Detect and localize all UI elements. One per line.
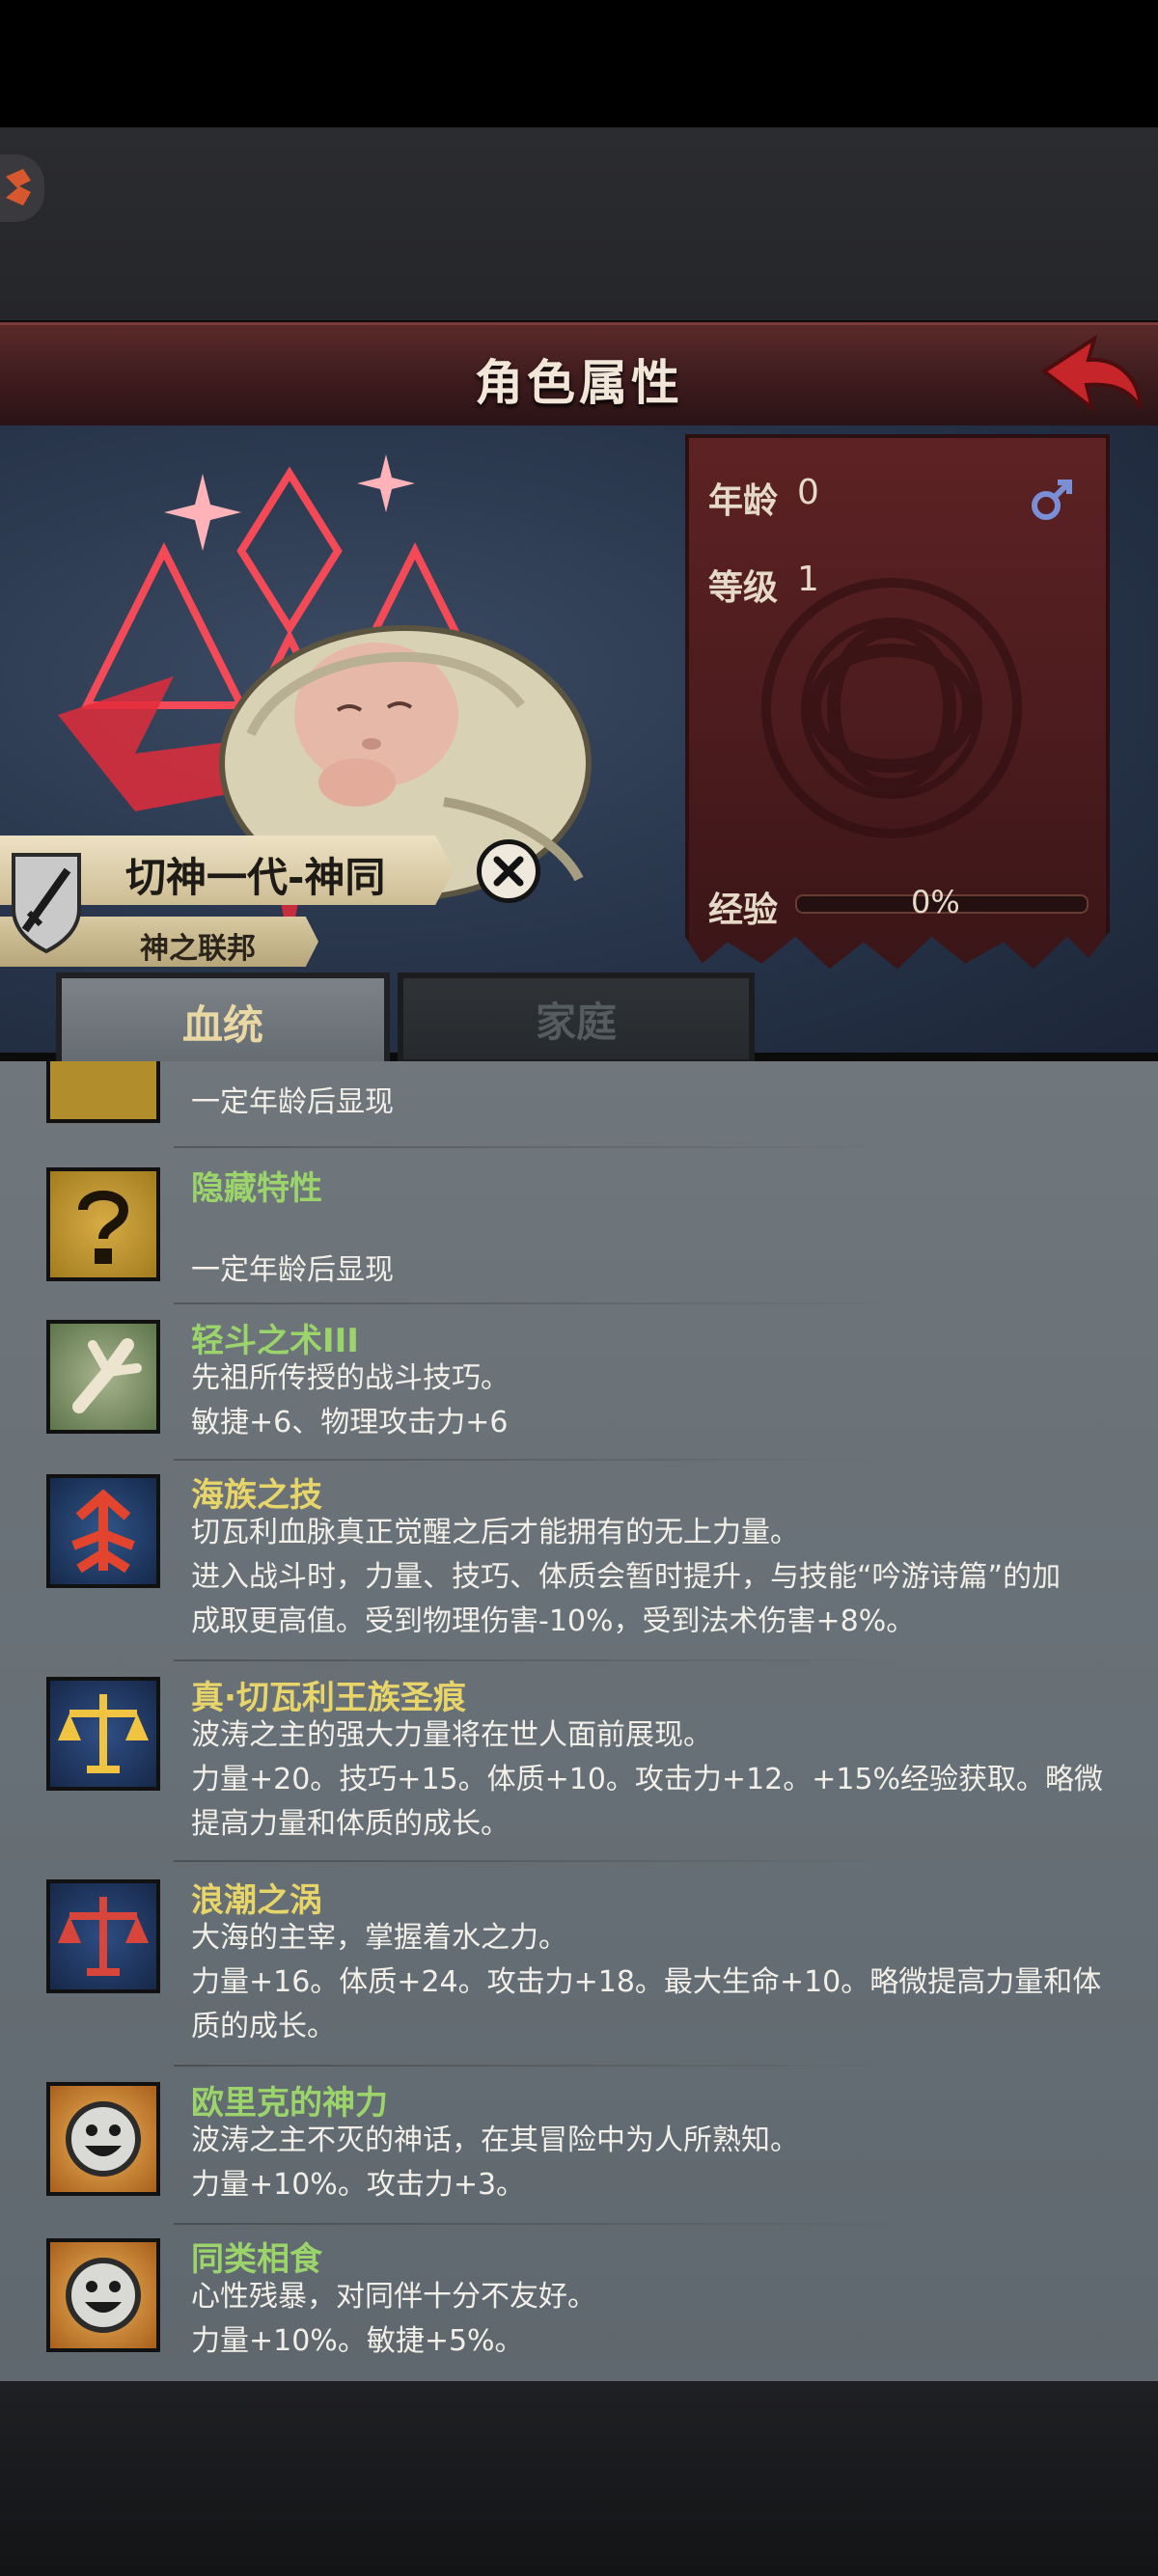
divider [174,2065,907,2067]
red-trident-glyph [71,1489,135,1574]
trait-desc: 力量+16。体质+24。攻击力+18。最大生命+10。略微提高力量和体 [191,1965,1102,1999]
tab-lineage[interactable]: 血统 [56,973,390,1065]
gold-scales-icon [46,1677,160,1791]
divider [174,1659,907,1661]
celtic-knot-icon [761,578,1022,838]
top-band [0,127,1158,320]
exp-percent: 0% [911,884,960,920]
trait-desc: 大海的主宰，掌握着水之力。 [191,1921,567,1955]
smiley-face-icon [46,2082,160,2196]
divider [174,1146,907,1148]
divider [174,1459,907,1461]
trait-desc: 敏捷+6、物理攻击力+6 [191,1406,509,1439]
trait-name: 轻斗之术III [191,1322,359,1360]
trait-desc: 一定年龄后显现 [191,1253,394,1287]
trait-desc: 力量+10%。攻击力+3。 [191,2168,526,2202]
stats-banner: 年龄 0 等级 1 经验 0% [685,434,1110,970]
divider [174,1302,907,1304]
trait-list[interactable]: 一定年龄后显现 隐藏特性 一定年龄后显现 轻斗之术III 先祖所传授的战斗技巧。… [0,1061,1158,2381]
age-value: 0 [797,473,819,512]
trait-desc: 进入战斗时，力量、技巧、体质会暂时提升，与技能“吟游诗篇”的加 [191,1560,1062,1594]
divider [174,2223,907,2225]
trait-desc: 先祖所传授的战斗技巧。 [191,1361,510,1395]
trait-desc: 一定年龄后显现 [191,1085,394,1119]
status-bar [0,0,1158,127]
bone-hand-icon [46,1320,160,1434]
smiley-face-glyph [66,2258,141,2333]
divider [174,1860,907,1862]
page-title: 角色属性 [475,355,683,411]
trait-name: 隐藏特性 [191,1169,322,1208]
trait-desc: 提高力量和体质的成长。 [191,1807,510,1841]
trait-name: 浪潮之涡 [191,1881,322,1920]
trait-desc: 成取更高值。受到物理伤害-10%，受到法术伤害+8%。 [191,1604,916,1638]
gold-scales-glyph [58,1694,149,1773]
trait-desc: 切瓦利血脉真正觉醒之后才能拥有的无上力量。 [191,1516,799,1549]
back-arrow-icon[interactable] [1038,333,1146,418]
close-icon [493,856,524,887]
close-button[interactable] [477,839,540,903]
title-bar: 角色属性 [0,322,1158,428]
trait-name: 海族之技 [191,1476,322,1515]
chevron-icon [6,169,31,206]
trait-name: 真·切瓦利王族圣痕 [191,1679,466,1717]
male-gender-icon [1032,480,1072,520]
question-mark-glyph [78,1191,129,1264]
smiley-face-icon [46,2238,160,2352]
trait-desc: 波涛之主的强大力量将在世人面前展现。 [191,1718,712,1752]
age-label: 年龄 [708,481,779,521]
character-name: 切神一代-神同 [125,854,386,901]
smiley-face-glyph [66,2101,141,2177]
trait-desc: 力量+10%。敏捷+5%。 [191,2324,524,2358]
sword-shield-icon [12,853,81,954]
faction-name: 神之联邦 [140,932,256,966]
red-scales-icon [46,1879,160,1993]
red-scales-glyph [58,1897,149,1976]
tab-family[interactable]: 家庭 [398,973,755,1065]
trait-name: 同类相食 [191,2240,322,2279]
question-mark-icon [46,1167,160,1281]
trait-desc: 质的成长。 [191,2010,336,2043]
bottom-band [0,2381,1158,2576]
level-value: 1 [797,560,819,599]
trait-name: 欧里克的神力 [191,2084,388,2123]
exp-label: 经验 [708,891,779,930]
trait-desc: 波涛之主不灭的神话，在其冒险中为人所熟知。 [191,2124,799,2157]
hidden-trait-icon [46,1061,160,1123]
bone-hand-glyph [72,1338,142,1413]
trait-desc: 心性残暴，对同伴十分不友好。 [191,2280,596,2314]
level-label: 等级 [708,568,779,608]
trait-desc: 力量+20。技巧+15。体质+10。攻击力+12。+15%经验获取。略微 [191,1763,1104,1796]
red-trident-icon [46,1474,160,1588]
